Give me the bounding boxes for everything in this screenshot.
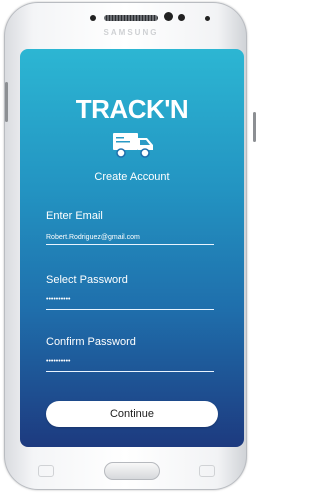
email-field[interactable]: Robert.Rodriguez@gmail.com xyxy=(46,234,140,241)
sensor-dot xyxy=(205,16,210,21)
confirm-password-label: Confirm Password xyxy=(46,336,136,348)
volume-key xyxy=(5,82,8,122)
home-button[interactable] xyxy=(104,462,160,480)
power-key xyxy=(253,112,256,142)
menu-softkey[interactable] xyxy=(38,465,54,477)
app-logo: TRACK'N xyxy=(75,94,189,124)
email-underline xyxy=(46,244,214,245)
light-sensor xyxy=(178,14,185,21)
confirm-password-field[interactable]: •••••••••• xyxy=(46,358,71,365)
screen: TRACK'N Create Account Enter Email Rober… xyxy=(20,49,244,447)
continue-button[interactable]: Continue xyxy=(46,401,218,427)
back-softkey[interactable] xyxy=(199,465,215,477)
password-label: Select Password xyxy=(46,274,128,286)
password-underline xyxy=(46,309,214,310)
email-label: Enter Email xyxy=(46,210,103,222)
truck-icon xyxy=(113,133,153,158)
password-field[interactable]: •••••••••• xyxy=(46,296,71,303)
proximity-sensor xyxy=(90,15,96,21)
phone-frame: SAMSUNG TRACK'N Create Account Enter Ema… xyxy=(4,2,256,490)
page-subtitle: Create Account xyxy=(94,171,170,183)
front-camera xyxy=(164,12,173,21)
device-brand: SAMSUNG xyxy=(103,28,159,37)
earpiece-speaker xyxy=(104,15,158,21)
confirm-password-underline xyxy=(46,371,214,372)
